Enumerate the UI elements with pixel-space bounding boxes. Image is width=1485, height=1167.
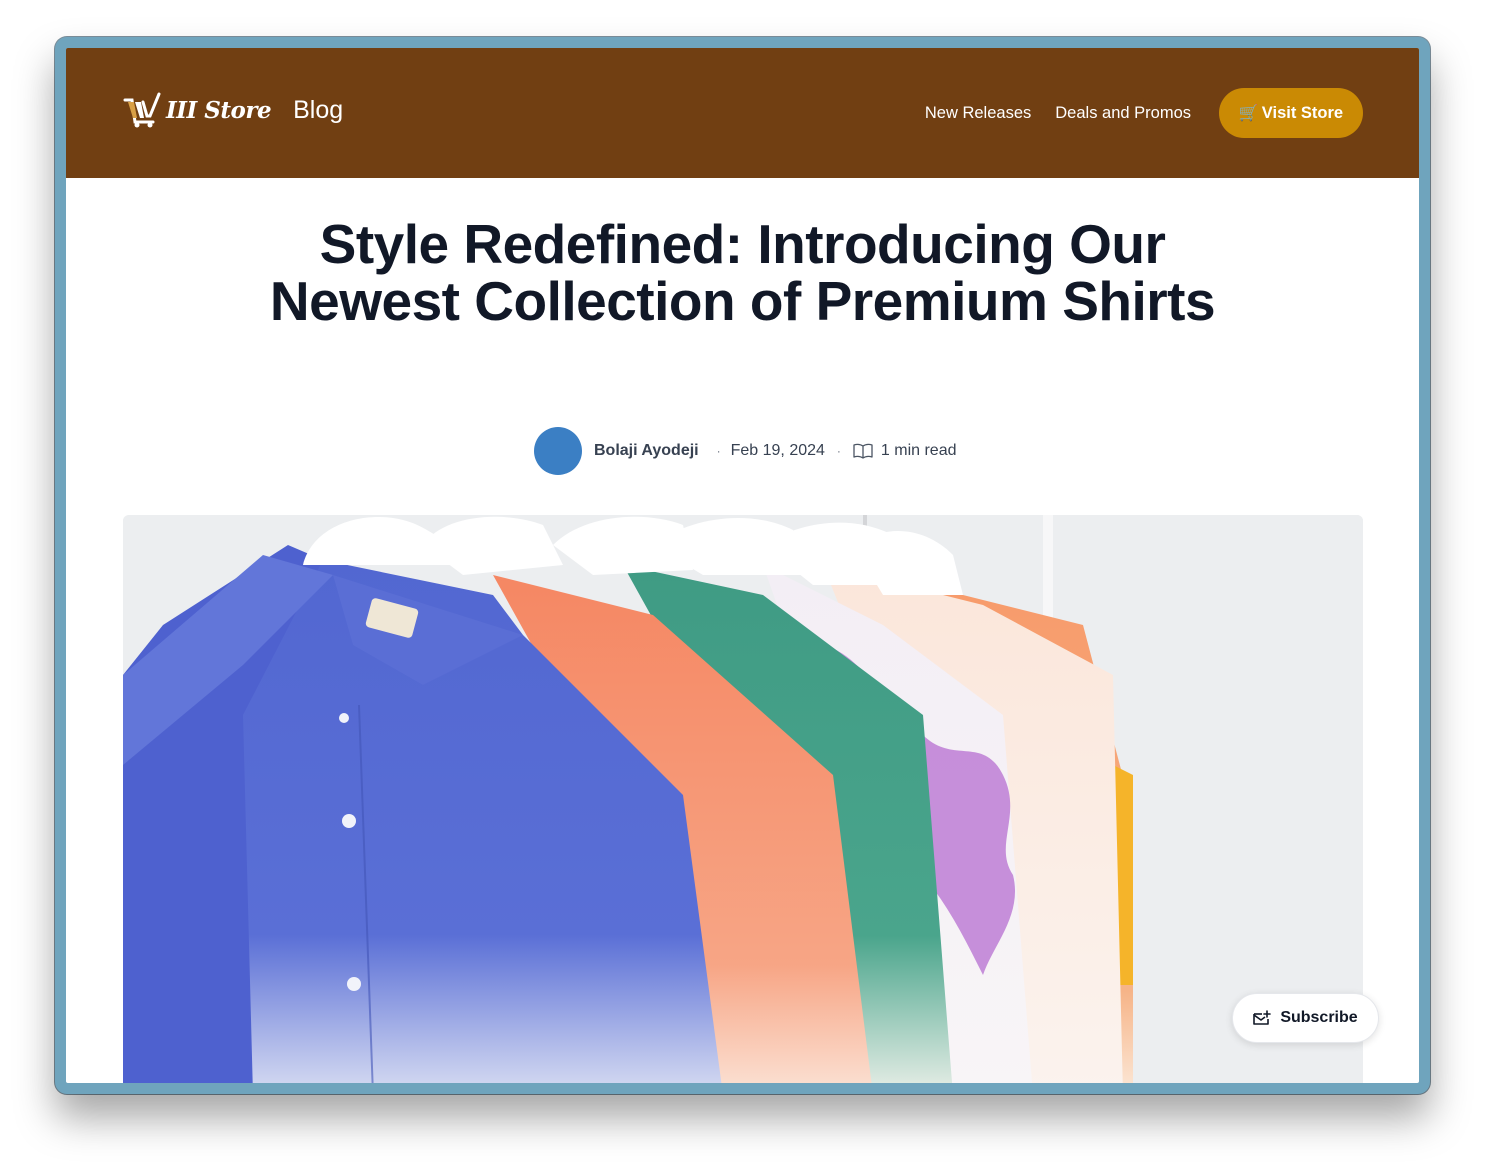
brand-name: Store — [204, 96, 272, 124]
visit-store-label: Visit Store — [1261, 103, 1344, 122]
publish-date: Feb 19, 2024 — [730, 442, 825, 459]
nav-link-deals-and-promos[interactable]: Deals and Promos — [1055, 104, 1191, 123]
meta-separator: · — [716, 444, 721, 458]
browser-window: III Store Blog New Releases Deals and Pr… — [66, 48, 1419, 1083]
subscribe-label: Subscribe — [1280, 1009, 1358, 1026]
shirts-illustration — [123, 515, 1363, 1083]
cart-icon: 🛒 — [1238, 105, 1259, 122]
mail-plus-icon — [1253, 1010, 1272, 1025]
visit-store-button[interactable]: 🛒 Visit Store — [1219, 88, 1363, 138]
navbar: III Store Blog New Releases Deals and Pr… — [66, 48, 1419, 178]
meta-separator: · — [836, 444, 841, 458]
shopping-cart-logo-icon — [123, 92, 161, 128]
article-title: Style Redefined: Introducing Our Newest … — [269, 213, 1216, 332]
author-avatar[interactable] — [534, 427, 582, 475]
brand-logo-lines: III — [166, 96, 205, 124]
blog-label[interactable]: Blog — [293, 96, 343, 125]
read-time: 1 min read — [880, 442, 957, 459]
brand[interactable]: III Store Blog — [123, 92, 343, 128]
book-open-icon — [853, 443, 873, 459]
subscribe-button[interactable]: Subscribe — [1232, 993, 1379, 1043]
nav-link-new-releases[interactable]: New Releases — [925, 104, 1031, 123]
author-name[interactable]: Bolaji Ayodeji — [594, 442, 699, 460]
brand-logo-text: III Store — [166, 96, 272, 124]
nav-links: New Releases Deals and Promos 🛒 Visit St… — [925, 88, 1363, 138]
article-meta: Bolaji Ayodeji · Feb 19, 2024 · 1 min re… — [534, 427, 957, 475]
hero-image — [123, 515, 1363, 1083]
